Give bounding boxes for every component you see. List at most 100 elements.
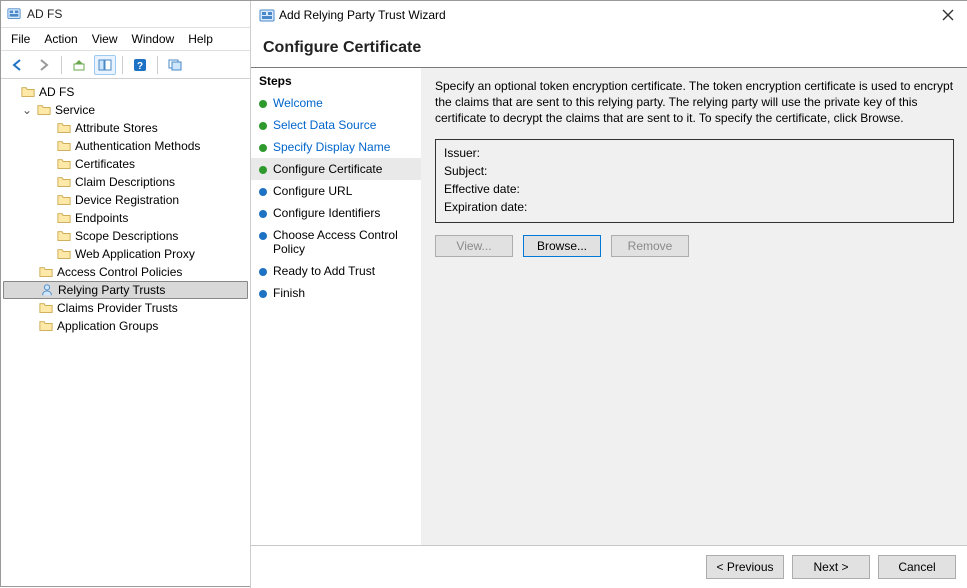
tree-claims-provider-trusts[interactable]: Claims Provider Trusts <box>3 299 248 317</box>
folder-icon <box>57 157 71 171</box>
toolbar-separator <box>122 56 123 74</box>
tree-application-groups[interactable]: Application Groups <box>3 317 248 335</box>
tree-item[interactable]: Certificates <box>3 155 248 173</box>
tree-label: Authentication Methods <box>75 137 200 155</box>
step-label: Finish <box>273 286 305 300</box>
tree-label: Relying Party Trusts <box>58 281 165 299</box>
svg-text:?: ? <box>137 61 143 72</box>
mmc-titlebar: AD FS <box>1 1 250 27</box>
tree-item[interactable]: Authentication Methods <box>3 137 248 155</box>
folder-icon <box>57 139 71 153</box>
tree-service[interactable]: ⌄ Service <box>3 101 248 119</box>
step-label[interactable]: Welcome <box>273 96 323 110</box>
folder-icon <box>57 193 71 207</box>
step-choose-access-control-policy[interactable]: Choose Access Control Policy <box>251 224 421 260</box>
wizard-window: Add Relying Party Trust Wizard Configure… <box>251 1 967 588</box>
mmc-toolbar: ? <box>1 51 250 79</box>
tree-item[interactable]: Endpoints <box>3 209 248 227</box>
certificate-details-box: Issuer: Subject: Effective date: Expirat… <box>435 139 954 223</box>
step-pending-icon <box>259 290 267 298</box>
wizard-content: Specify an optional token encryption cer… <box>421 68 967 545</box>
steps-title: Steps <box>251 72 421 92</box>
tree-label: Endpoints <box>75 209 128 227</box>
browse-button[interactable]: Browse... <box>523 235 601 257</box>
wizard-icon <box>259 8 273 22</box>
step-label: Choose Access Control Policy <box>273 228 413 256</box>
step-select-data-source[interactable]: Select Data Source <box>251 114 421 136</box>
tree-item[interactable]: Attribute Stores <box>3 119 248 137</box>
cert-subject-label: Subject: <box>444 162 945 180</box>
wizard-titlebar: Add Relying Party Trust Wizard <box>251 1 967 29</box>
tree-label: Web Application Proxy <box>75 245 195 263</box>
tree-label: Scope Descriptions <box>75 227 178 245</box>
tree-item[interactable]: Device Registration <box>3 191 248 209</box>
folder-icon <box>57 211 71 225</box>
step-label: Configure Identifiers <box>273 206 380 220</box>
tree-label: Access Control Policies <box>57 263 182 281</box>
tree-label: Attribute Stores <box>75 119 158 137</box>
expand-icon[interactable]: ⌄ <box>21 101 33 119</box>
up-button[interactable] <box>68 55 90 75</box>
step-finish[interactable]: Finish <box>251 282 421 304</box>
folder-icon <box>39 301 53 315</box>
menu-file[interactable]: File <box>11 32 30 46</box>
adfs-icon <box>7 7 21 21</box>
cancel-button[interactable]: Cancel <box>878 555 956 579</box>
step-configure-certificate[interactable]: Configure Certificate <box>251 158 421 180</box>
mmc-menubar: File Action View Window Help <box>1 27 250 51</box>
folder-icon <box>57 121 71 135</box>
step-ready-to-add-trust[interactable]: Ready to Add Trust <box>251 260 421 282</box>
tree-label: Certificates <box>75 155 135 173</box>
show-hide-tree-button[interactable] <box>94 55 116 75</box>
tree-root[interactable]: AD FS <box>3 83 248 101</box>
forward-button[interactable] <box>33 55 55 75</box>
step-label[interactable]: Select Data Source <box>273 118 376 132</box>
folder-icon <box>57 175 71 189</box>
toolbar-separator <box>157 56 158 74</box>
step-done-icon <box>259 144 267 152</box>
step-pending-icon <box>259 188 267 196</box>
tree-item[interactable]: Claim Descriptions <box>3 173 248 191</box>
description-text: Specify an optional token encryption cer… <box>435 78 954 127</box>
steps-panel: Steps Welcome Select Data Source Specify… <box>251 68 421 545</box>
tree-label: Application Groups <box>57 317 158 335</box>
menu-help[interactable]: Help <box>188 32 213 46</box>
tree-access-control-policies[interactable]: Access Control Policies <box>3 263 248 281</box>
new-window-button[interactable] <box>164 55 186 75</box>
wizard-footer: < Previous Next > Cancel <box>251 546 967 588</box>
folder-icon <box>39 319 53 333</box>
step-configure-url[interactable]: Configure URL <box>251 180 421 202</box>
tree-item[interactable]: Scope Descriptions <box>3 227 248 245</box>
step-label: Ready to Add Trust <box>273 264 375 278</box>
step-label[interactable]: Specify Display Name <box>273 140 390 154</box>
folder-icon <box>39 265 53 279</box>
remove-button: Remove <box>611 235 689 257</box>
step-pending-icon <box>259 232 267 240</box>
folder-icon <box>37 103 51 117</box>
menu-view[interactable]: View <box>92 32 118 46</box>
previous-button[interactable]: < Previous <box>706 555 784 579</box>
mmc-title-text: AD FS <box>27 7 62 21</box>
tree-label: AD FS <box>39 83 74 101</box>
menu-window[interactable]: Window <box>132 32 175 46</box>
next-button[interactable]: Next > <box>792 555 870 579</box>
step-configure-identifiers[interactable]: Configure Identifiers <box>251 202 421 224</box>
close-button[interactable] <box>936 3 960 27</box>
tree-relying-party-trusts[interactable]: Relying Party Trusts <box>3 281 248 299</box>
step-pending-icon <box>259 268 267 276</box>
cert-expiration-date-label: Expiration date: <box>444 198 945 216</box>
tree-item[interactable]: Web Application Proxy <box>3 245 248 263</box>
cert-effective-date-label: Effective date: <box>444 180 945 198</box>
cert-issuer-label: Issuer: <box>444 144 945 162</box>
scope-tree[interactable]: AD FS ⌄ Service Attribute Stores Authent… <box>1 79 250 339</box>
step-welcome[interactable]: Welcome <box>251 92 421 114</box>
toolbar-separator <box>61 56 62 74</box>
back-button[interactable] <box>7 55 29 75</box>
wizard-title-text: Add Relying Party Trust Wizard <box>279 8 446 22</box>
menu-action[interactable]: Action <box>44 32 77 46</box>
step-specify-display-name[interactable]: Specify Display Name <box>251 136 421 158</box>
tree-label: Claim Descriptions <box>75 173 175 191</box>
help-button[interactable]: ? <box>129 55 151 75</box>
step-done-icon <box>259 122 267 130</box>
step-current-icon <box>259 166 267 174</box>
